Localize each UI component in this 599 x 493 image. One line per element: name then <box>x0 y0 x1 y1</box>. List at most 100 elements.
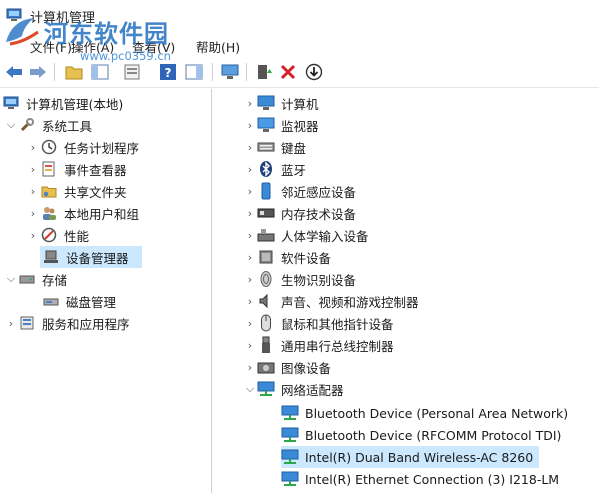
device-category-label: 人体学输入设备 <box>281 228 369 244</box>
device-category-sound-video-game[interactable]: › 声音、视频和游戏控制器 <box>243 290 419 312</box>
device-category-software-devices[interactable]: › 软件设备 <box>243 246 331 268</box>
toolbar-separator <box>246 63 247 81</box>
network-adapter-icon <box>281 426 299 444</box>
network-adapter-icon <box>281 448 299 466</box>
forward-button[interactable] <box>28 62 48 82</box>
tree-item-system-tools[interactable]: ⌵ 系统工具 <box>4 114 92 136</box>
tree-item-services-applications[interactable]: › 服务和应用程序 <box>4 312 130 334</box>
watermark-logo-icon <box>6 18 39 46</box>
tree-item-shared-folders[interactable]: › 共享文件夹 <box>26 180 127 202</box>
help-button[interactable]: ? <box>158 62 178 82</box>
device-category-usb[interactable]: › 通用串行总线控制器 <box>243 334 394 356</box>
camera-icon <box>257 358 275 376</box>
services-icon <box>18 314 36 332</box>
tree-item-event-viewer[interactable]: › 事件查看器 <box>26 158 127 180</box>
chevron-down-icon[interactable]: ⌵ <box>4 268 18 290</box>
device-label: Intel(R) Ethernet Connection (3) I218-LM <box>305 471 560 487</box>
update-driver-button[interactable] <box>254 62 274 82</box>
properties-button[interactable] <box>122 62 142 82</box>
device-category-memory[interactable]: › 内存技术设备 <box>243 202 356 224</box>
show-hide-tree-button[interactable] <box>90 62 110 82</box>
device-category-label: 图像设备 <box>281 360 332 376</box>
up-folder-button[interactable] <box>64 62 84 82</box>
chevron-right-icon[interactable]: › <box>243 290 257 312</box>
users-icon <box>40 204 58 222</box>
chevron-down-icon[interactable]: ⌵ <box>4 114 18 136</box>
action-pane-icon <box>185 64 203 80</box>
update-driver-icon <box>258 65 272 79</box>
device-category-bluetooth[interactable]: › 蓝牙 <box>243 158 306 180</box>
chevron-right-icon[interactable]: › <box>26 224 40 246</box>
computer-icon <box>257 94 275 112</box>
software-device-icon <box>257 248 275 266</box>
uninstall-button[interactable] <box>278 62 298 82</box>
chevron-right-icon[interactable]: › <box>243 180 257 202</box>
shared-folder-icon <box>40 182 58 200</box>
tree-item-storage[interactable]: ⌵ 存储 <box>4 268 67 290</box>
tree-item-local-users-groups[interactable]: › 本地用户和组 <box>26 202 139 224</box>
action-pane-button[interactable] <box>184 62 204 82</box>
clock-icon <box>40 138 58 156</box>
disk-mgmt-icon <box>42 292 60 310</box>
usb-icon <box>257 336 275 354</box>
device-category-label: 内存技术设备 <box>281 206 357 222</box>
device-label: Bluetooth Device (RFCOMM Protocol TDI) <box>305 427 562 443</box>
help-icon: ? <box>160 64 176 80</box>
network-adapter-item-selected[interactable]: Intel(R) Dual Band Wireless-AC 8260 <box>281 446 540 468</box>
chevron-right-icon[interactable]: › <box>26 158 40 180</box>
chevron-right-icon[interactable]: › <box>243 268 257 290</box>
performance-icon <box>40 226 58 244</box>
tree-item-label: 服务和应用程序 <box>42 316 130 332</box>
chevron-right-icon[interactable]: › <box>243 224 257 246</box>
device-category-imaging[interactable]: › 图像设备 <box>243 356 331 378</box>
chevron-right-icon[interactable]: › <box>243 246 257 268</box>
tree-item-label: 事件查看器 <box>64 162 127 178</box>
chevron-right-icon[interactable]: › <box>243 92 257 114</box>
network-adapter-icon <box>281 470 299 488</box>
network-adapter-item[interactable]: Bluetooth Device (RFCOMM Protocol TDI) <box>281 424 561 446</box>
tree-item-device-manager[interactable]: 设备管理器 <box>40 246 142 268</box>
chevron-right-icon[interactable]: › <box>243 312 257 334</box>
chevron-right-icon[interactable]: › <box>243 202 257 224</box>
toolbar-separator <box>54 63 55 81</box>
chevron-down-icon[interactable]: ⌵ <box>243 378 257 400</box>
device-category-mice[interactable]: › 鼠标和其他指针设备 <box>243 312 394 334</box>
device-category-monitors[interactable]: › 监视器 <box>243 114 319 136</box>
back-arrow-icon <box>6 66 22 78</box>
tree-item-label: 任务计划程序 <box>64 140 140 156</box>
memory-icon <box>257 204 275 222</box>
device-category-network-adapters[interactable]: ⌵ 网络适配器 <box>243 378 344 400</box>
tree-item-label: 计算机管理(本地) <box>26 96 124 112</box>
back-button[interactable] <box>4 62 24 82</box>
device-category-hid[interactable]: › 人体学输入设备 <box>243 224 369 246</box>
tree-item-disk-management[interactable]: 磁盘管理 <box>40 290 116 312</box>
tree-item-task-scheduler[interactable]: › 任务计划程序 <box>26 136 139 158</box>
chevron-right-icon[interactable]: › <box>243 136 257 158</box>
chevron-right-icon[interactable]: › <box>243 334 257 356</box>
device-category-computer[interactable]: › 计算机 <box>243 92 319 114</box>
chevron-right-icon[interactable]: › <box>4 312 18 334</box>
chevron-right-icon[interactable]: › <box>243 356 257 378</box>
hid-icon <box>257 226 275 244</box>
device-label: Intel(R) Dual Band Wireless-AC 8260 <box>305 449 534 465</box>
mouse-icon <box>257 314 275 332</box>
enable-device-button[interactable] <box>304 62 324 82</box>
scan-hardware-button[interactable] <box>220 62 240 82</box>
tree-item-label: 系统工具 <box>42 118 93 134</box>
menu-help[interactable]: 帮助(H) <box>196 37 240 56</box>
device-category-proximity[interactable]: › 邻近感应设备 <box>243 180 356 202</box>
tree-item-computer-management[interactable]: 计算机管理(本地) <box>2 92 123 114</box>
device-tree: › 计算机 › 监视器 › 键盘 › 蓝牙 › 邻近感应设备 › 内存技术设备 … <box>213 89 599 493</box>
chevron-right-icon[interactable]: › <box>26 202 40 224</box>
folder-up-icon <box>65 66 83 80</box>
tree-item-performance[interactable]: › 性能 <box>26 224 89 246</box>
device-category-biometric[interactable]: › 生物识别设备 <box>243 268 356 290</box>
network-adapter-item[interactable]: Bluetooth Device (Personal Area Network) <box>281 402 568 424</box>
device-category-keyboards[interactable]: › 键盘 <box>243 136 306 158</box>
network-adapter-item[interactable]: Intel(R) Ethernet Connection (3) I218-LM <box>281 468 559 490</box>
chevron-right-icon[interactable]: › <box>26 180 40 202</box>
device-category-label: 键盘 <box>281 140 307 156</box>
chevron-right-icon[interactable]: › <box>243 158 257 180</box>
chevron-right-icon[interactable]: › <box>26 136 40 158</box>
chevron-right-icon[interactable]: › <box>243 114 257 136</box>
